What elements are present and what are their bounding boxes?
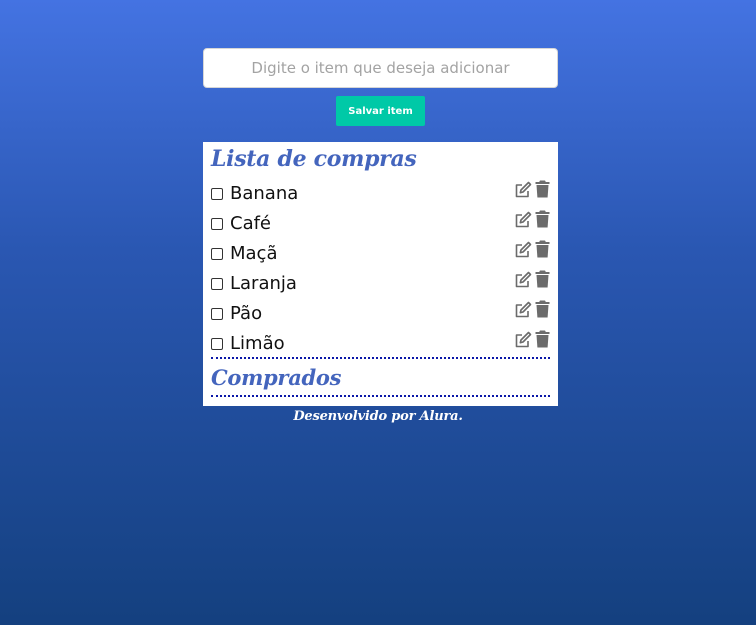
save-item-button[interactable]: Salvar item xyxy=(336,96,425,126)
trash-icon[interactable] xyxy=(535,210,550,228)
trash-icon[interactable] xyxy=(535,240,550,258)
edit-icon[interactable] xyxy=(514,301,532,319)
list-item: Banana xyxy=(211,180,550,210)
edit-icon[interactable] xyxy=(514,181,532,199)
list-divider xyxy=(211,395,550,397)
bought-list-title: Comprados xyxy=(211,365,342,390)
list-divider xyxy=(211,357,550,359)
item-checkbox[interactable] xyxy=(211,248,223,260)
trash-icon[interactable] xyxy=(535,300,550,318)
item-label: Maçã xyxy=(230,243,278,264)
footer-credit: Desenvolvido por Alura. xyxy=(293,409,463,424)
item-label: Laranja xyxy=(230,273,297,294)
shopping-list-title: Lista de compras xyxy=(211,146,417,172)
shopping-list-panel: Lista de compras Banana Café Maçã Laranj… xyxy=(203,142,558,406)
list-item: Maçã xyxy=(211,240,550,270)
item-label: Pão xyxy=(230,303,263,324)
item-checkbox[interactable] xyxy=(211,338,223,350)
item-checkbox[interactable] xyxy=(211,188,223,200)
item-label: Limão xyxy=(230,333,285,354)
trash-icon[interactable] xyxy=(535,270,550,288)
list-item: Limão xyxy=(211,330,550,360)
edit-icon[interactable] xyxy=(514,211,532,229)
item-label: Café xyxy=(230,213,272,234)
item-input[interactable] xyxy=(203,48,558,88)
item-checkbox[interactable] xyxy=(211,278,223,290)
trash-icon[interactable] xyxy=(535,330,550,348)
trash-icon[interactable] xyxy=(535,180,550,198)
item-label: Banana xyxy=(230,183,299,204)
item-checkbox[interactable] xyxy=(211,218,223,230)
edit-icon[interactable] xyxy=(514,331,532,349)
item-checkbox[interactable] xyxy=(211,308,223,320)
list-item: Café xyxy=(211,210,550,240)
edit-icon[interactable] xyxy=(514,241,532,259)
edit-icon[interactable] xyxy=(514,271,532,289)
list-item: Pão xyxy=(211,300,550,330)
list-item: Laranja xyxy=(211,270,550,300)
